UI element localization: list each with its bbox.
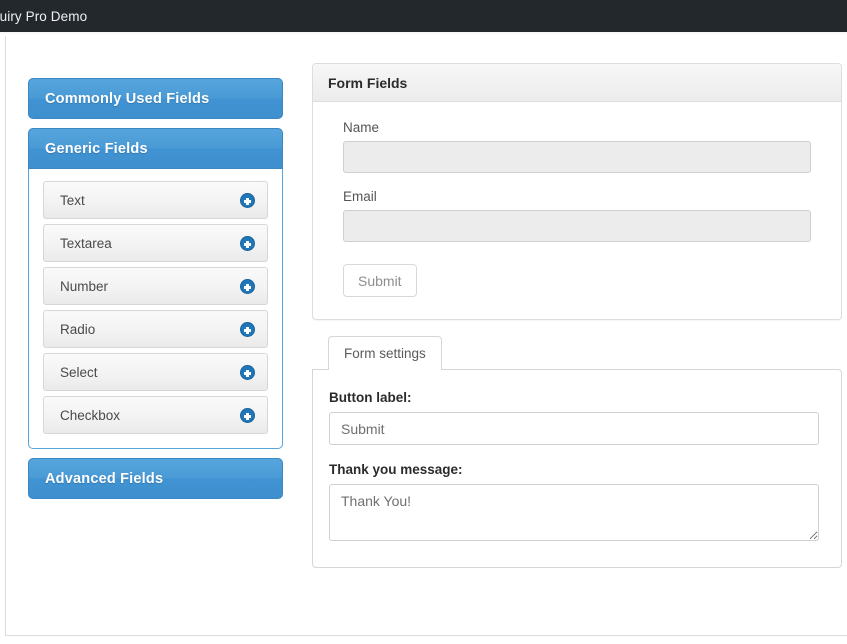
plus-circle-icon[interactable] — [240, 407, 255, 423]
tab-strip: Form settings — [312, 336, 842, 370]
thank-you-message-textarea[interactable]: Thank You! — [329, 484, 819, 541]
page-bottom-divider — [5, 635, 847, 636]
email-field-label: Email — [343, 189, 377, 204]
page-content-area: Commonly Used Fields Generic Fields Text… — [5, 36, 847, 636]
form-field-name: Name — [343, 120, 811, 173]
field-item-label: Select — [60, 364, 98, 380]
accordion-panel-advanced-fields: Advanced Fields — [28, 458, 283, 499]
field-item-text[interactable]: Text — [43, 181, 268, 219]
field-item-label: Number — [60, 278, 109, 294]
plus-circle-icon[interactable] — [240, 192, 255, 208]
plus-circle-icon[interactable] — [240, 364, 255, 380]
form-fields-card: Form Fields Name Email Submit — [312, 63, 842, 320]
tab-form-settings[interactable]: Form settings — [328, 336, 442, 370]
form-fields-card-title: Form Fields — [313, 64, 841, 102]
field-item-number[interactable]: Number — [43, 267, 268, 305]
thank-you-message-caption: Thank you message: — [329, 462, 463, 477]
accordion-header-commonly-used-fields[interactable]: Commonly Used Fields — [28, 78, 283, 119]
admin-bar-title: quiry Pro Demo — [0, 8, 88, 24]
form-builder-column: Form Fields Name Email Submit Form setti… — [312, 63, 842, 568]
field-item-radio[interactable]: Radio — [43, 310, 268, 348]
field-item-label: Checkbox — [60, 407, 121, 423]
admin-bar-shadow — [0, 32, 847, 35]
field-item-textarea[interactable]: Textarea — [43, 224, 268, 262]
plus-circle-icon[interactable] — [240, 321, 255, 337]
plus-circle-icon[interactable] — [240, 235, 255, 251]
field-item-label: Textarea — [60, 235, 112, 251]
form-fields-card-body: Name Email Submit — [313, 102, 841, 319]
form-settings-tabs: Form settings Button label: Thank you me… — [312, 336, 842, 568]
accordion-body-generic-fields: Text Textarea Number Radio Select Checkb… — [28, 169, 283, 449]
name-field-label: Name — [343, 120, 380, 135]
admin-bar: quiry Pro Demo — [0, 0, 847, 32]
submit-button[interactable]: Submit — [343, 264, 417, 297]
email-input[interactable] — [343, 210, 811, 242]
form-field-email: Email — [343, 189, 811, 242]
accordion-header-generic-fields[interactable]: Generic Fields — [28, 128, 283, 169]
field-item-select[interactable]: Select — [43, 353, 268, 391]
accordion-panel-generic-fields: Generic Fields Text Textarea Number Radi… — [28, 128, 283, 449]
tab-panel-form-settings: Button label: Thank you message: Thank Y… — [312, 369, 842, 568]
field-type-accordion: Commonly Used Fields Generic Fields Text… — [28, 78, 283, 508]
accordion-header-advanced-fields[interactable]: Advanced Fields — [28, 458, 283, 499]
field-item-label: Radio — [60, 321, 96, 337]
field-item-label: Text — [60, 192, 85, 208]
accordion-panel-commonly-used-fields: Commonly Used Fields — [28, 78, 283, 119]
button-label-caption: Button label: — [329, 390, 412, 405]
button-label-input[interactable] — [329, 412, 819, 445]
name-input[interactable] — [343, 141, 811, 173]
field-item-checkbox[interactable]: Checkbox — [43, 396, 268, 434]
plus-circle-icon[interactable] — [240, 278, 255, 294]
